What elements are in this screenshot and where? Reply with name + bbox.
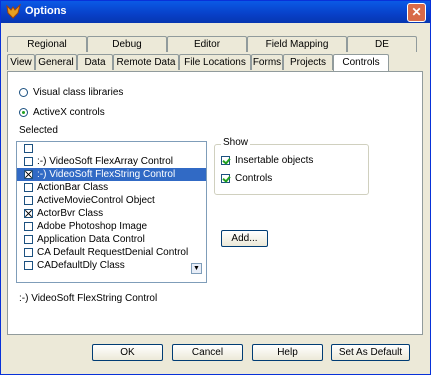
checkbox-checked[interactable] [24, 209, 33, 218]
list-item-label: Application Data Control [37, 234, 145, 245]
list-item-label: Adobe Photoshop Image [37, 221, 148, 232]
list-item-label: :-) VideoSoft FlexArray Control [37, 156, 173, 167]
help-button[interactable]: Help [252, 344, 323, 361]
tab-general[interactable]: General [35, 54, 77, 70]
list-item[interactable]: ActorBvr Class [17, 207, 206, 220]
controls-label: Controls [235, 173, 273, 184]
tab-data[interactable]: Data [77, 54, 113, 70]
list-item-selected[interactable]: :-) VideoSoft FlexString Control [17, 168, 206, 181]
list-item-label: CA Default RequestDenial Control [37, 247, 189, 258]
radio-activex-label: ActiveX controls [33, 107, 105, 118]
tab-remote-data[interactable]: Remote Data [113, 54, 179, 70]
checkbox[interactable] [24, 261, 33, 270]
list-item-label: ActiveMovieControl Object [37, 195, 155, 206]
radio-button-selected[interactable] [19, 108, 28, 117]
close-button[interactable]: ✕ [407, 3, 426, 22]
tab-regional[interactable]: Regional [7, 36, 87, 52]
tab-row-back: Regional Debug Editor Field Mapping DE [7, 36, 417, 53]
list-item[interactable]: ActionBar Class [17, 181, 206, 194]
checkbox[interactable] [24, 235, 33, 244]
list-item[interactable]: CA Default RequestDenial Control [17, 246, 206, 259]
radio-activex-controls[interactable]: ActiveX controls [19, 107, 105, 118]
scroll-down-arrow-icon[interactable]: ▼ [191, 263, 202, 274]
list-item[interactable]: CADefaultDly Class [17, 259, 206, 272]
selected-label: Selected [19, 125, 58, 136]
tab-debug[interactable]: Debug [87, 36, 167, 52]
controls-listbox[interactable]: :-) VideoSoft FlexArray Control :-) Vide… [16, 141, 207, 283]
radio-button-unselected[interactable] [19, 88, 28, 97]
checkbox[interactable] [24, 183, 33, 192]
tab-projects[interactable]: Projects [283, 54, 333, 70]
list-item-label: CADefaultDly Class [37, 260, 125, 271]
tab-field-mapping[interactable]: Field Mapping [247, 36, 347, 52]
show-group-title: Show [221, 137, 251, 148]
list-item[interactable]: :-) VideoSoft FlexArray Control [17, 155, 206, 168]
tab-controls[interactable]: Controls [333, 54, 389, 72]
tab-file-locations[interactable]: File Locations [179, 54, 251, 70]
tab-editor[interactable]: Editor [167, 36, 247, 52]
insertable-objects-label: Insertable objects [235, 155, 314, 166]
set-as-default-button[interactable]: Set As Default [331, 344, 410, 361]
checkbox[interactable] [24, 196, 33, 205]
checkbox[interactable] [24, 222, 33, 231]
checkbox-checked[interactable] [221, 156, 230, 165]
title-bar[interactable]: Options ✕ [1, 1, 430, 23]
list-item[interactable]: Application Data Control [17, 233, 206, 246]
controls-checkbox[interactable]: Controls [221, 173, 272, 184]
tab-row-front: View General Data Remote Data File Locat… [7, 54, 389, 72]
insertable-objects-checkbox[interactable]: Insertable objects [221, 155, 313, 166]
checkbox[interactable] [24, 248, 33, 257]
checkbox[interactable] [24, 157, 33, 166]
window-title: Options [25, 5, 67, 17]
checkbox-checked[interactable] [24, 170, 33, 179]
list-item[interactable]: Adobe Photoshop Image [17, 220, 206, 233]
tab-forms[interactable]: Forms [251, 54, 283, 70]
selected-control-name: :-) VideoSoft FlexString Control [19, 293, 158, 304]
fox-app-icon [6, 4, 21, 19]
list-item[interactable] [17, 142, 206, 155]
add-button[interactable]: Add... [221, 230, 268, 247]
tab-view[interactable]: View [7, 54, 35, 70]
options-dialog: Options ✕ Regional Debug Editor Field Ma… [0, 0, 431, 375]
radio-visual-class-label: Visual class libraries [33, 87, 124, 98]
list-item[interactable]: ActiveMovieControl Object [17, 194, 206, 207]
cancel-button[interactable]: Cancel [172, 344, 243, 361]
checkbox-checked[interactable] [221, 174, 230, 183]
list-item-label: ActorBvr Class [37, 208, 104, 219]
ok-button[interactable]: OK [92, 344, 163, 361]
list-item-label: :-) VideoSoft FlexString Control [37, 169, 176, 180]
tab-de[interactable]: DE [347, 36, 417, 52]
radio-visual-class-libraries[interactable]: Visual class libraries [19, 87, 123, 98]
list-item-label: ActionBar Class [37, 182, 109, 193]
show-groupbox [214, 144, 369, 195]
checkbox[interactable] [24, 144, 33, 153]
